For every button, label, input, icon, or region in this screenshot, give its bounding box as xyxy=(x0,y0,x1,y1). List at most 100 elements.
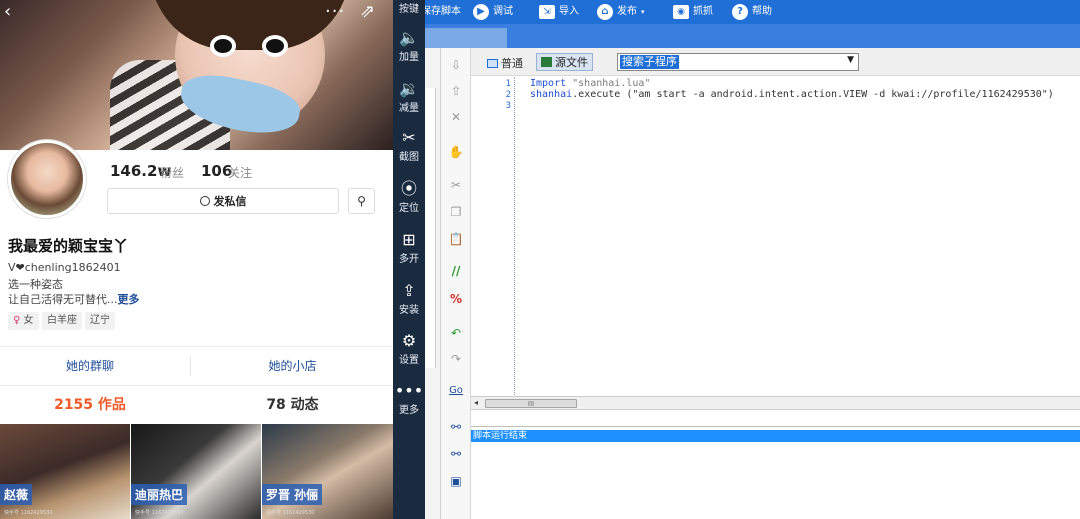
horizontal-scrollbar[interactable]: ◂ III xyxy=(471,396,1080,410)
code-keyword: Import xyxy=(530,78,567,89)
code-line[interactable]: Import "shanhai.lua" xyxy=(530,78,650,89)
toolbar-volume-up[interactable]: 🔈 加量 xyxy=(393,28,425,63)
move-down-icon[interactable]: ⇩ xyxy=(447,56,465,74)
tab-works[interactable]: 2155 作品 xyxy=(0,388,180,422)
window-icon[interactable]: ▣ xyxy=(447,472,465,490)
code-rest: "shanhai.lua" xyxy=(566,78,651,89)
tab-moments[interactable]: 78 动态 xyxy=(200,388,385,422)
save-script-button[interactable]: 保存脚本 xyxy=(425,0,461,24)
send-message-button[interactable]: 发私信 xyxy=(107,188,339,214)
send-message-label: 发私信 xyxy=(213,195,247,208)
editor-side-tools: ⇩ ⇧ ✕ ✋ ✂ ❐ 📋 // % ↶ ↷ Go ⚯ ⚯ ▣ xyxy=(441,48,471,519)
toolbar-location-label: 定位 xyxy=(399,203,419,214)
editor-header: 普通 源文件 搜索子程序 ▼ xyxy=(471,48,1080,76)
toolbar-multi-open[interactable]: ⊞ 多开 xyxy=(393,230,425,265)
install-apk-icon: ⇪ xyxy=(402,281,416,300)
scroll-left-icon[interactable]: ◂ xyxy=(474,398,478,407)
wechat-prefix: V xyxy=(8,261,16,274)
code-line[interactable]: shanhai.execute ("am start -a android.in… xyxy=(530,89,1054,100)
scrollbar-thumb[interactable]: III xyxy=(485,399,577,408)
toolbar-volume-up-label: 加量 xyxy=(399,52,419,63)
comment-icon[interactable]: // xyxy=(447,262,465,280)
move-up-icon[interactable]: ⇧ xyxy=(447,82,465,100)
emulator-toolbar: 按键 🔈 加量 🔉 减量 ✂ 截图 ⦿ 定位 ⊞ 多开 ⇪ 安装 ⚙ 设置 ••… xyxy=(393,0,425,519)
mode-normal-button[interactable]: 普通 xyxy=(487,55,523,71)
copy-icon[interactable]: ❐ xyxy=(447,203,465,221)
play-icon: ▶ xyxy=(473,4,489,20)
toolbar-screenshot[interactable]: ✂ 截图 xyxy=(393,128,425,163)
group-chat-link[interactable]: 她的群聊 xyxy=(0,347,180,385)
shop-link[interactable]: 她的小店 xyxy=(200,347,385,385)
bio-more-link[interactable]: 更多 xyxy=(118,293,140,306)
code-editor[interactable]: 1 2 3 Import "shanhai.lua" shanhai.execu… xyxy=(487,77,1080,395)
toolbar-location[interactable]: ⦿ 定位 xyxy=(393,179,425,214)
line-number-gutter: 1 2 3 xyxy=(487,77,515,395)
output-panel: 脚本运行结束 xyxy=(471,410,1080,519)
more-icon[interactable]: ··· xyxy=(325,2,345,22)
paste-icon[interactable]: 📋 xyxy=(447,230,465,248)
tag-gender-label: 女 xyxy=(23,315,34,326)
help-button[interactable]: ? 帮助 xyxy=(732,0,772,24)
find-next-icon[interactable]: ⚯ xyxy=(447,445,465,463)
avatar[interactable] xyxy=(8,140,86,218)
video-thumbnail[interactable]: 迪丽热巴 快手号 1162429530 xyxy=(131,424,261,519)
cut-icon[interactable]: ✂ xyxy=(447,176,465,194)
gear-icon: ⚙ xyxy=(401,331,417,350)
project-tree[interactable] xyxy=(425,88,436,368)
banner-eye-left xyxy=(210,35,236,57)
find-icon[interactable]: ⚯ xyxy=(447,418,465,436)
female-icon: ♀ xyxy=(13,315,21,326)
tag-zodiac: 白羊座 xyxy=(42,312,82,330)
help-label: 帮助 xyxy=(752,6,772,17)
import-icon: ⇲ xyxy=(539,5,555,19)
share-icon[interactable]: ⇗ xyxy=(360,2,375,22)
redo-icon[interactable]: ↷ xyxy=(447,350,465,368)
toolbar-more[interactable]: ••• 更多 xyxy=(393,381,425,416)
wechat-id: chenling1862401 xyxy=(24,261,121,274)
toolbar-screenshot-label: 截图 xyxy=(399,152,419,163)
line-number: 2 xyxy=(505,90,511,100)
toolbar-multi-open-label: 多开 xyxy=(399,254,419,265)
project-pane xyxy=(425,48,441,519)
code-keyword: shanhai xyxy=(530,89,573,100)
video-thumbnail[interactable]: 赵薇 快手号 1162429530 xyxy=(0,424,130,519)
hand-icon[interactable]: ✋ xyxy=(447,143,465,161)
import-button[interactable]: ⇲ 导入 xyxy=(539,0,579,24)
debug-button[interactable]: ▶ 调试 xyxy=(473,0,513,24)
add-friend-button[interactable]: ⚲ xyxy=(348,188,375,214)
tag-region: 辽宁 xyxy=(85,312,115,330)
toolbar-install-label: 安装 xyxy=(399,305,419,316)
toolbar-volume-down[interactable]: 🔉 减量 xyxy=(393,79,425,114)
profile-banner-image: ‹ ··· ⇗ xyxy=(0,0,393,150)
phone-profile-screen: ‹ ··· ⇗ 146.2w 粉丝 106 关注 发私信 ⚲ 我最爱的颖宝宝丫 … xyxy=(0,0,393,519)
add-user-icon: ⚲ xyxy=(357,194,366,208)
follow-label[interactable]: 关注 xyxy=(228,164,252,181)
goto-icon[interactable]: Go xyxy=(447,382,465,400)
fans-label[interactable]: 粉丝 xyxy=(160,164,184,181)
thumbnail-caption: 罗晋 孙俪 xyxy=(262,484,323,505)
toolbar-install[interactable]: ⇪ 安装 xyxy=(393,281,425,316)
normal-view-icon xyxy=(487,58,498,68)
bio-line-2: 让自己活得无可替代...更多 xyxy=(8,291,140,307)
toolbar-keys[interactable]: 按键 xyxy=(393,0,425,15)
toolbar-keys-label: 按键 xyxy=(399,4,419,15)
tab-script[interactable] xyxy=(425,28,507,48)
undo-icon[interactable]: ↶ xyxy=(447,324,465,342)
mode-source-button[interactable]: 源文件 xyxy=(536,53,593,71)
scissors-icon: ✂ xyxy=(402,128,416,147)
profile-wechat: V❤chenling1862401 xyxy=(8,261,121,274)
capture-button[interactable]: ◉ 抓抓 xyxy=(673,0,713,24)
volume-up-icon: 🔈 xyxy=(399,28,419,47)
delete-icon[interactable]: ✕ xyxy=(447,108,465,126)
line-number: 1 xyxy=(505,79,511,89)
help-icon: ? xyxy=(732,4,748,20)
thumbnail-caption: 迪丽热巴 xyxy=(131,484,188,505)
publish-button[interactable]: ⌂ 发布 ▾ xyxy=(597,0,645,24)
output-message: 脚本运行结束 xyxy=(471,430,1080,442)
toolbar-settings[interactable]: ⚙ 设置 xyxy=(393,331,425,366)
uncomment-icon[interactable]: % xyxy=(447,290,465,308)
back-icon[interactable]: ‹ xyxy=(4,2,11,22)
video-thumbnail[interactable]: 罗晋 孙俪 快手号 1162429530 xyxy=(262,424,393,519)
subroutine-search-select[interactable]: 搜索子程序 ▼ xyxy=(617,53,859,71)
heart-icon: ❤ xyxy=(15,261,25,274)
